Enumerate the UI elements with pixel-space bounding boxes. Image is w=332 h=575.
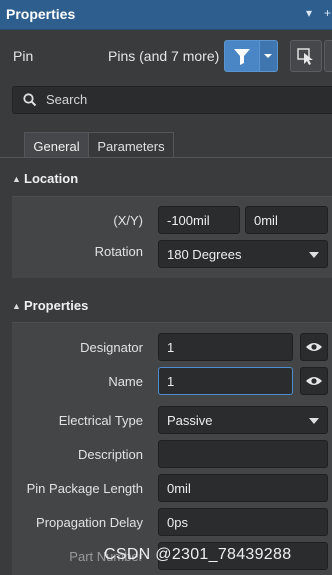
search-placeholder: Search xyxy=(46,92,88,107)
electrical-type-value: Passive xyxy=(167,413,213,428)
location-collapse-icon[interactable]: ▲ xyxy=(12,174,21,184)
tab-general[interactable]: General xyxy=(24,132,89,158)
description-field[interactable] xyxy=(158,440,328,468)
name-visibility-button[interactable] xyxy=(300,367,328,395)
cursor-select-icon xyxy=(297,48,313,65)
chevron-down-icon xyxy=(309,418,319,424)
filter-button[interactable] xyxy=(224,40,260,72)
eye-icon xyxy=(306,343,322,351)
chevron-down-icon xyxy=(264,54,272,58)
panel-menu-button[interactable]: ▾ xyxy=(306,6,312,20)
electrical-type-label: Electrical Type xyxy=(58,413,143,428)
chevron-down-icon xyxy=(309,252,319,258)
rotation-value: 180 Degrees xyxy=(167,247,242,262)
eye-icon xyxy=(306,377,322,385)
y-field[interactable]: 0mil xyxy=(245,206,328,234)
pin-package-length-label: Pin Package Length xyxy=(26,481,143,496)
properties-collapse-icon[interactable]: ▲ xyxy=(12,301,21,311)
funnel-icon xyxy=(234,49,250,65)
designator-label: Designator xyxy=(80,340,143,355)
watermark-text: CSDN @2301_78439288 xyxy=(104,546,292,563)
search-icon xyxy=(23,93,37,107)
more-tools-button[interactable] xyxy=(324,40,332,72)
location-section-title[interactable]: Location xyxy=(24,171,78,186)
designator-visibility-button[interactable] xyxy=(300,333,328,361)
select-objects-button[interactable] xyxy=(290,40,322,72)
panel-title-bar: Properties ▾ + xyxy=(0,0,332,30)
tab-parameters[interactable]: Parameters xyxy=(88,132,174,158)
xy-label: (X/Y) xyxy=(113,213,143,228)
selection-filter-text: Pins (and 7 more) xyxy=(108,48,220,64)
propagation-delay-field[interactable]: 0ps xyxy=(158,508,328,536)
electrical-type-select[interactable]: Passive xyxy=(158,406,328,434)
panel-title: Properties xyxy=(6,6,76,22)
filter-dropdown-button[interactable] xyxy=(260,40,278,72)
designator-field[interactable]: 1 xyxy=(158,333,293,361)
description-label: Description xyxy=(77,447,143,462)
panel-pin-button[interactable]: + xyxy=(324,6,331,20)
propagation-delay-label: Propagation Delay xyxy=(36,515,143,530)
pin-package-length-field[interactable]: 0mil xyxy=(158,474,328,502)
name-field[interactable]: 1 xyxy=(158,367,293,395)
rotation-label: Rotation xyxy=(94,244,143,259)
x-field[interactable]: -100mil xyxy=(158,206,240,234)
name-label: Name xyxy=(108,374,143,389)
object-kind-label: Pin xyxy=(13,48,34,64)
tab-divider xyxy=(0,157,332,158)
rotation-select[interactable]: 180 Degrees xyxy=(158,240,328,268)
properties-section-title[interactable]: Properties xyxy=(24,298,88,313)
